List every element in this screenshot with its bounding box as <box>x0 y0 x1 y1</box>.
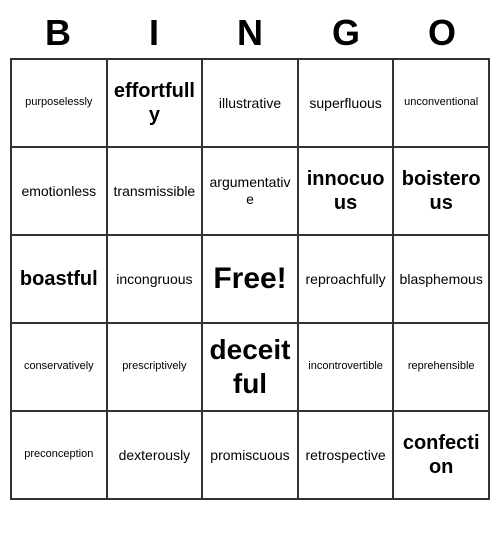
cell-4-2: promiscuous <box>203 412 299 500</box>
header-letter: G <box>298 8 394 58</box>
cell-0-2: illustrative <box>203 60 299 148</box>
cell-3-4: reprehensible <box>394 324 490 412</box>
bingo-header: BINGO <box>10 8 490 58</box>
cell-2-2: Free! <box>203 236 299 324</box>
cell-4-0: preconception <box>12 412 108 500</box>
header-letter: O <box>394 8 490 58</box>
cell-1-2: argumentative <box>203 148 299 236</box>
cell-0-1: effortfully <box>108 60 204 148</box>
cell-3-3: incontrovertible <box>299 324 395 412</box>
cell-2-3: reproachfully <box>299 236 395 324</box>
cell-1-4: boisterous <box>394 148 490 236</box>
header-letter: I <box>106 8 202 58</box>
cell-3-1: prescriptively <box>108 324 204 412</box>
cell-2-0: boastful <box>12 236 108 324</box>
cell-0-4: unconventional <box>394 60 490 148</box>
cell-0-0: purposelessly <box>12 60 108 148</box>
cell-3-2: deceitful <box>203 324 299 412</box>
cell-1-1: transmissible <box>108 148 204 236</box>
cell-3-0: conservatively <box>12 324 108 412</box>
cell-1-3: innocuous <box>299 148 395 236</box>
bingo-grid: purposelesslyeffortfullyillustrativesupe… <box>10 58 490 500</box>
cell-4-4: confection <box>394 412 490 500</box>
header-letter: N <box>202 8 298 58</box>
cell-1-0: emotionless <box>12 148 108 236</box>
cell-2-1: incongruous <box>108 236 204 324</box>
cell-4-1: dexterously <box>108 412 204 500</box>
cell-4-3: retrospective <box>299 412 395 500</box>
header-letter: B <box>10 8 106 58</box>
bingo-card: BINGO purposelesslyeffortfullyillustrati… <box>10 8 490 500</box>
cell-2-4: blasphemous <box>394 236 490 324</box>
cell-0-3: superfluous <box>299 60 395 148</box>
